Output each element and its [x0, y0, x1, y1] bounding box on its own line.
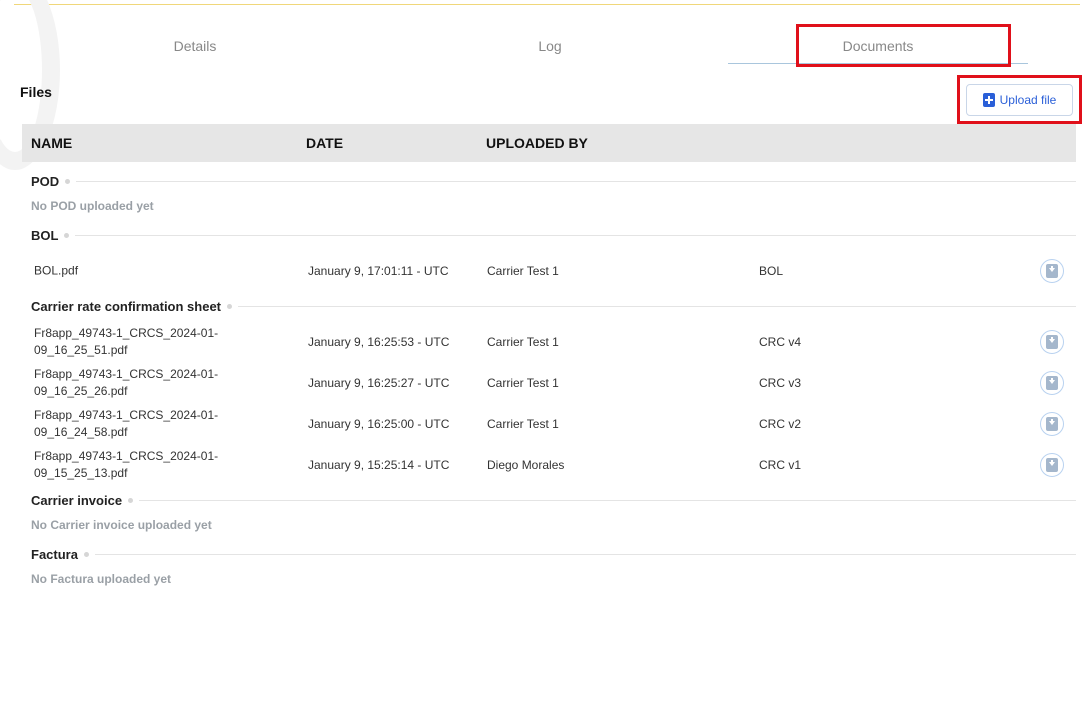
table-row: Fr8app_49743-1_CRCS_2024-01-09_16_24_58.… — [22, 403, 1076, 444]
section-dot — [65, 178, 71, 184]
file-name-link[interactable]: Fr8app_49743-1_CRCS_2024-01-09_16_24_58.… — [34, 407, 274, 441]
tab-documents-label: Documents — [842, 38, 914, 54]
file-tag: CRC v2 — [759, 416, 802, 431]
download-icon — [1046, 375, 1058, 390]
section-title: Carrier invoice — [22, 492, 129, 508]
section-title: BOL — [22, 227, 65, 243]
file-uploader: Carrier Test 1 — [487, 334, 559, 349]
download-button[interactable] — [1040, 258, 1064, 283]
column-header-name: NAME — [31, 135, 73, 151]
table-row: BOL.pdf January 9, 17:01:11 - UTC Carrie… — [22, 250, 1076, 291]
table-row: Fr8app_49743-1_CRCS_2024-01-09_15_25_13.… — [22, 444, 1076, 485]
section-divider — [76, 180, 1076, 182]
tab-details[interactable]: Details — [70, 30, 320, 64]
tab-bar: Details Log Documents — [0, 30, 1090, 70]
download-icon — [1046, 457, 1058, 472]
table-header: NAME DATE UPLOADED BY — [22, 124, 1076, 162]
file-name-link[interactable]: Fr8app_49743-1_CRCS_2024-01-09_16_25_26.… — [34, 366, 274, 400]
table-row: Fr8app_49743-1_CRCS_2024-01-09_16_25_51.… — [22, 321, 1076, 362]
section-dot — [227, 303, 233, 309]
files-table: NAME DATE UPLOADED BY POD No POD uploade… — [22, 124, 1076, 593]
section-divider — [94, 553, 1076, 555]
section-divider — [139, 499, 1076, 501]
file-date: January 9, 15:25:14 - UTC — [308, 457, 450, 472]
section-dot — [128, 497, 134, 503]
file-uploader: Diego Morales — [487, 457, 565, 472]
download-button[interactable] — [1040, 452, 1064, 477]
file-date: January 9, 17:01:11 - UTC — [308, 263, 449, 278]
tab-log-label: Log — [538, 38, 562, 54]
section-carrier-rate-confirmation: Carrier rate confirmation sheet — [22, 291, 1076, 321]
file-tag: CRC v4 — [759, 334, 802, 349]
download-button[interactable] — [1040, 411, 1064, 436]
section-bol: BOL — [22, 220, 1076, 250]
section-title: Factura — [22, 546, 84, 562]
empty-message: No Carrier invoice uploaded yet — [31, 518, 212, 532]
section-dot — [83, 551, 89, 557]
file-uploader: Carrier Test 1 — [487, 375, 559, 390]
empty-message: No POD uploaded yet — [31, 199, 154, 213]
file-tag: CRC v3 — [759, 375, 802, 390]
file-name-link[interactable]: BOL.pdf — [34, 262, 274, 279]
section-carrier-invoice: Carrier invoice — [22, 485, 1076, 515]
section-title: Carrier rate confirmation sheet — [22, 298, 228, 314]
download-icon — [1046, 263, 1058, 278]
download-icon — [1046, 416, 1058, 431]
file-tag: CRC v1 — [759, 457, 802, 472]
file-date: January 9, 16:25:27 - UTC — [308, 375, 450, 390]
upload-file-button[interactable]: Upload file — [966, 84, 1073, 116]
file-name-link[interactable]: Fr8app_49743-1_CRCS_2024-01-09_15_25_13.… — [34, 448, 274, 482]
section-dot — [64, 232, 70, 238]
section-factura: Factura — [22, 539, 1076, 569]
upload-file-label: Upload file — [999, 93, 1057, 107]
download-button[interactable] — [1040, 370, 1064, 395]
file-uploader: Carrier Test 1 — [487, 416, 559, 431]
tab-log[interactable]: Log — [430, 30, 670, 64]
file-uploader: Carrier Test 1 — [487, 263, 559, 278]
column-header-date: DATE — [306, 135, 344, 151]
files-heading: Files — [20, 84, 52, 100]
download-icon — [1046, 334, 1058, 349]
column-header-uploaded-by: UPLOADED BY — [486, 135, 588, 151]
file-name-link[interactable]: Fr8app_49743-1_CRCS_2024-01-09_16_25_51.… — [34, 325, 274, 359]
file-date: January 9, 16:25:53 - UTC — [308, 334, 450, 349]
section-divider — [75, 234, 1076, 236]
file-plus-icon — [982, 93, 995, 107]
tab-documents[interactable]: Documents — [728, 30, 1028, 64]
tab-details-label: Details — [173, 38, 217, 54]
file-tag: BOL — [759, 263, 784, 278]
top-divider — [14, 4, 1080, 5]
file-date: January 9, 16:25:00 - UTC — [308, 416, 450, 431]
table-row: Fr8app_49743-1_CRCS_2024-01-09_16_25_26.… — [22, 362, 1076, 403]
section-divider — [238, 305, 1076, 307]
section-pod: POD — [22, 166, 1076, 196]
empty-message: No Factura uploaded yet — [31, 572, 172, 586]
download-button[interactable] — [1040, 329, 1064, 354]
section-title: POD — [22, 173, 66, 189]
